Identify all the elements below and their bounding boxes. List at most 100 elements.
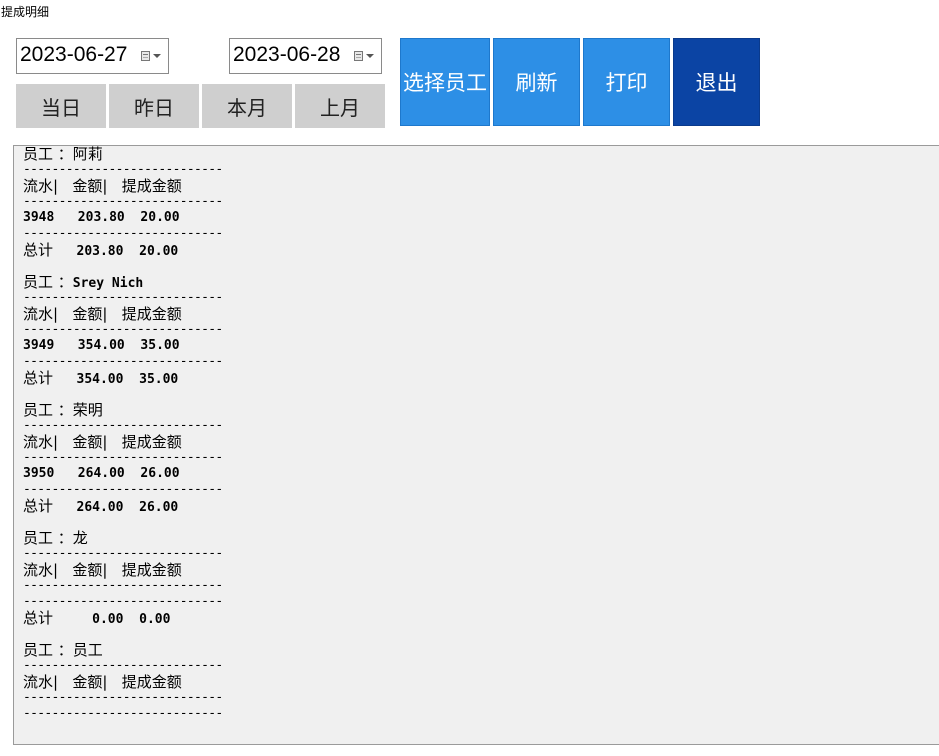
serial-cell: 3950: [23, 466, 55, 481]
exit-button[interactable]: 退出: [673, 38, 760, 126]
employee-group: 员工 ：龙 ---------------------------- 流水| 金额|…: [23, 530, 223, 642]
serial-header: 流水|: [23, 673, 59, 691]
employee-prefix: 员工 ：: [23, 641, 73, 659]
amount-header: 金额|: [72, 433, 108, 451]
commission-cell: 20.00: [124, 210, 180, 225]
employee-group: 员工 ：员工 ---------------------------- 流水| 金额…: [23, 642, 223, 722]
chevron-down-icon: [153, 54, 161, 58]
employee-prefix: 员工 ：: [23, 401, 73, 419]
column-header-line: 流水| 金额| 提成金额: [23, 562, 223, 578]
separator-line: ----------------------------: [23, 578, 223, 593]
employee-prefix: 员工 ：: [23, 273, 73, 291]
total-amount: 354.00: [53, 372, 124, 387]
end-date-value[interactable]: 2023-06-28: [233, 43, 340, 67]
total-amount: 203.80: [53, 244, 124, 259]
serial-header: 流水|: [23, 177, 59, 195]
separator-line: ----------------------------: [23, 658, 223, 673]
total-label: 总计: [23, 609, 54, 627]
column-header-line: 流水| 金额| 提成金额: [23, 178, 223, 194]
separator-line: ----------------------------: [23, 354, 223, 369]
serial-header: 流水|: [23, 561, 59, 579]
total-commission: 20.00: [123, 244, 179, 259]
amount-header: 金额|: [72, 305, 108, 323]
total-row: 总计 0.00 0.00: [23, 609, 223, 627]
separator-line: ----------------------------: [23, 226, 223, 241]
column-header-line: 流水| 金额| 提成金额: [23, 306, 223, 322]
total-row: 总计 203.80 20.00: [23, 242, 223, 259]
end-date-dropdown-button[interactable]: [354, 49, 378, 63]
separator-line: ----------------------------: [23, 690, 223, 705]
serial-header: 流水|: [23, 433, 59, 451]
this-month-button[interactable]: 本月: [202, 84, 292, 128]
commission-header: 提成金额: [121, 305, 182, 323]
commission-cell: 35.00: [124, 338, 180, 353]
calendar-icon: [141, 51, 150, 61]
separator-line: ----------------------------: [23, 418, 223, 433]
employee-line: 员工 ：荣明: [23, 402, 223, 418]
separator-line: ----------------------------: [23, 450, 223, 465]
end-date-picker[interactable]: 2023-06-28: [229, 38, 382, 74]
total-amount: 0.00: [53, 612, 124, 627]
commission-cell: 26.00: [124, 466, 180, 481]
total-amount: 264.00: [53, 500, 124, 515]
amount-cell: 203.80: [54, 210, 125, 225]
calendar-icon: [354, 51, 363, 61]
window-title: 提成明细: [1, 5, 50, 19]
employee-name: 龙: [72, 529, 88, 547]
amount-header: 金额|: [72, 673, 108, 691]
start-date-picker[interactable]: 2023-06-27: [16, 38, 169, 74]
start-date-value[interactable]: 2023-06-27: [20, 43, 127, 67]
column-header-line: 流水| 金额| 提成金额: [23, 674, 223, 690]
employee-prefix: 员工 ：: [23, 529, 73, 547]
serial-header: 流水|: [23, 305, 59, 323]
employee-line: 员工 ：员工: [23, 642, 223, 658]
today-button[interactable]: 当日: [16, 84, 106, 128]
employee-name: 阿莉: [72, 145, 103, 163]
separator-line: ----------------------------: [23, 322, 223, 337]
last-month-button[interactable]: 上月: [295, 84, 385, 128]
employee-group: 员工 ： Srey Nich ---------------------------…: [23, 274, 223, 402]
chevron-down-icon: [366, 54, 374, 58]
commission-header: 提成金额: [121, 561, 182, 579]
detail-row: 3949 354.00 35.00: [23, 338, 223, 354]
separator-line: ----------------------------: [23, 594, 223, 609]
employee-line: 员工 ：龙: [23, 530, 223, 546]
detail-row: 3950 264.00 26.00: [23, 466, 223, 482]
amount-cell: 354.00: [54, 338, 125, 353]
print-button[interactable]: 打印: [583, 38, 670, 126]
total-row: 总计 354.00 35.00: [23, 369, 223, 387]
start-date-dropdown-button[interactable]: [141, 49, 165, 63]
commission-report-area[interactable]: 员工 ：阿莉 ---------------------------- 流水| 金额…: [13, 145, 939, 745]
separator-line: ----------------------------: [23, 290, 223, 305]
total-commission: 35.00: [123, 372, 179, 387]
amount-header: 金额|: [72, 177, 108, 195]
total-commission: 0.00: [123, 612, 171, 627]
employee-prefix: 员工 ：: [23, 145, 73, 163]
total-label: 总计: [23, 369, 54, 387]
select-employee-button[interactable]: 选择员工: [400, 38, 490, 126]
separator-line: ----------------------------: [23, 162, 223, 177]
commission-header: 提成金额: [121, 433, 182, 451]
column-header-line: 流水| 金额| 提成金额: [23, 434, 223, 450]
employee-line: 员工 ：阿莉: [23, 146, 223, 162]
commission-header: 提成金额: [121, 673, 182, 691]
employee-line: 员工 ： Srey Nich: [23, 273, 223, 291]
total-row: 总计 264.00 26.00: [23, 498, 223, 515]
refresh-button[interactable]: 刷新: [493, 38, 580, 126]
separator-line: ----------------------------: [23, 706, 223, 721]
amount-cell: 264.00: [54, 466, 125, 481]
amount-header: 金额|: [72, 561, 108, 579]
yesterday-button[interactable]: 昨日: [109, 84, 199, 128]
employee-group: 员工 ：阿莉 ---------------------------- 流水| 金额…: [23, 146, 223, 274]
